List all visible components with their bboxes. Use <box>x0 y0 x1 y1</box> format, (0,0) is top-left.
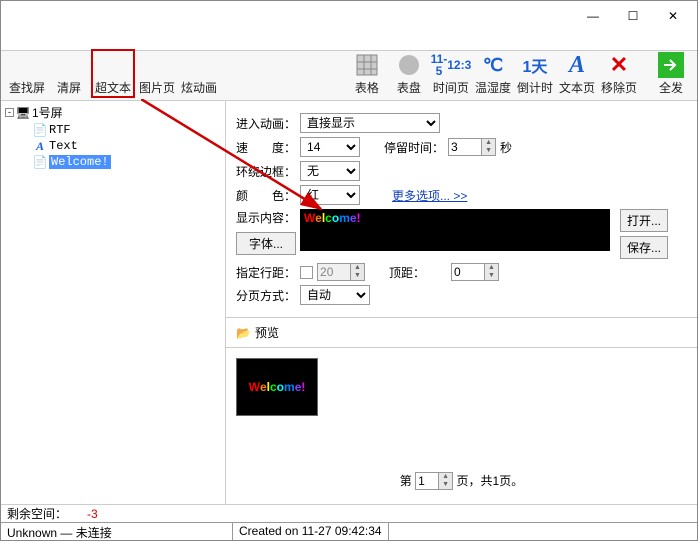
tool-table[interactable]: 表格 <box>347 51 387 98</box>
countdown-icon: 1天 <box>521 51 549 79</box>
toolbar: 查找屏 清屏 超文本 图片页 炫动画 表格 表盘 11-512:3时间页 ℃温湿… <box>1 51 697 101</box>
more-options-link[interactable]: 更多选项... >> <box>392 187 467 204</box>
preview-thumbnail[interactable]: Welcome! <box>236 358 318 416</box>
save-button[interactable]: 保存... <box>620 236 668 259</box>
preview-label: 预览 <box>255 324 279 341</box>
stay-unit: 秒 <box>500 139 512 156</box>
content-preview[interactable]: Welcome! <box>300 209 610 251</box>
border-select[interactable]: 无 <box>300 161 360 181</box>
menubar <box>1 31 697 51</box>
dial-icon <box>395 51 423 79</box>
screen-icon: 🖥 <box>16 106 30 120</box>
window-titlebar: — ☐ ✕ <box>1 1 697 31</box>
anim-select[interactable]: 直接显示 <box>300 113 440 133</box>
open-button[interactable]: 打开... <box>620 209 668 232</box>
color-label: 颜 色： <box>236 187 296 204</box>
tool-animation[interactable]: 炫动画 <box>179 51 219 98</box>
font-button[interactable]: 字体... <box>236 232 296 255</box>
border-label: 环绕边框： <box>236 163 296 180</box>
status-connection: Unknown — 未连接 <box>1 523 233 540</box>
space-value: -3 <box>87 507 98 521</box>
linespace-label: 指定行距： <box>236 264 296 281</box>
tool-send-all[interactable]: 全发 <box>651 51 691 98</box>
linespace-checkbox[interactable] <box>300 266 313 279</box>
tree-panel: - 🖥 1号屏 📄 RTF A Text 📄 Welcome! <box>1 101 226 504</box>
footer-space: 剩余空间： -3 <box>1 504 697 522</box>
speed-select[interactable]: 14 <box>300 137 360 157</box>
content-label: 显示内容： <box>236 209 296 226</box>
page-spinner[interactable]: ▲▼ <box>415 472 453 490</box>
anim-label: 进入动画： <box>236 115 296 132</box>
maximize-button[interactable]: ☐ <box>613 4 653 28</box>
tree-item-label: RTF <box>49 123 71 137</box>
tree-item-rtf[interactable]: 📄 RTF <box>3 122 223 138</box>
color-select[interactable]: 红 <box>300 185 360 205</box>
paging-label: 分页方式： <box>236 287 296 304</box>
topspace-spinner[interactable]: ▲▼ <box>451 263 499 281</box>
speed-label: 速 度： <box>236 139 296 156</box>
tool-countdown[interactable]: 1天倒计时 <box>515 51 555 98</box>
collapse-icon[interactable]: - <box>5 108 14 117</box>
linespace-spinner[interactable]: ▲▼ <box>317 263 365 281</box>
folder-icon: 📂 <box>236 326 251 340</box>
send-icon <box>657 51 685 79</box>
main-panel: 进入动画： 直接显示 速 度： 14 停留时间： ▲▼ 秒 环绕边框： 无 颜 … <box>226 101 697 504</box>
stay-label: 停留时间： <box>384 139 444 156</box>
doc-icon: 📄 <box>33 155 47 169</box>
tree-item-welcome[interactable]: 📄 Welcome! <box>3 154 223 170</box>
text-a-icon: A <box>33 139 47 153</box>
minimize-button[interactable]: — <box>573 4 613 28</box>
tree-item-label: Welcome! <box>49 155 111 169</box>
close-button[interactable]: ✕ <box>653 4 693 28</box>
tool-text-page[interactable]: A文本页 <box>557 51 597 98</box>
space-label: 剩余空间： <box>7 505 67 522</box>
temp-icon: ℃ <box>479 51 507 79</box>
doc-icon: 📄 <box>33 123 47 137</box>
statusbar: Unknown — 未连接 Created on 11-27 09:42:34 <box>1 522 697 540</box>
grid-icon <box>353 51 381 79</box>
status-timestamp: Created on 11-27 09:42:34 <box>233 523 389 540</box>
linespace-input <box>318 264 350 280</box>
tree-root-label: 1号屏 <box>32 104 63 121</box>
topspace-input[interactable] <box>452 264 484 280</box>
tool-time-page[interactable]: 11-512:3时间页 <box>431 51 471 98</box>
stay-spinner[interactable]: ▲▼ <box>448 138 496 156</box>
paging-select[interactable]: 自动 <box>300 285 370 305</box>
tool-find-screen[interactable]: 查找屏 <box>7 51 47 98</box>
tree-item-label: Text <box>49 139 78 153</box>
page-input[interactable] <box>416 473 438 489</box>
tool-clear-screen[interactable]: 清屏 <box>49 51 89 98</box>
tool-hypertext[interactable]: 超文本 <box>91 49 135 98</box>
tool-remove-page[interactable]: ✕移除页 <box>599 51 639 98</box>
tree-root[interactable]: - 🖥 1号屏 <box>3 103 223 122</box>
time-icon: 11-512:3 <box>437 51 465 79</box>
pager: 第 ▲▼ 页，共1页。 <box>236 468 687 494</box>
tool-image-page[interactable]: 图片页 <box>137 51 177 98</box>
tool-temp-humidity[interactable]: ℃温湿度 <box>473 51 513 98</box>
tool-dial[interactable]: 表盘 <box>389 51 429 98</box>
topspace-label: 顶距： <box>389 264 447 281</box>
remove-x-icon: ✕ <box>605 51 633 79</box>
stay-input[interactable] <box>449 139 481 155</box>
tree-item-text[interactable]: A Text <box>3 138 223 154</box>
text-a-icon: A <box>563 51 591 79</box>
